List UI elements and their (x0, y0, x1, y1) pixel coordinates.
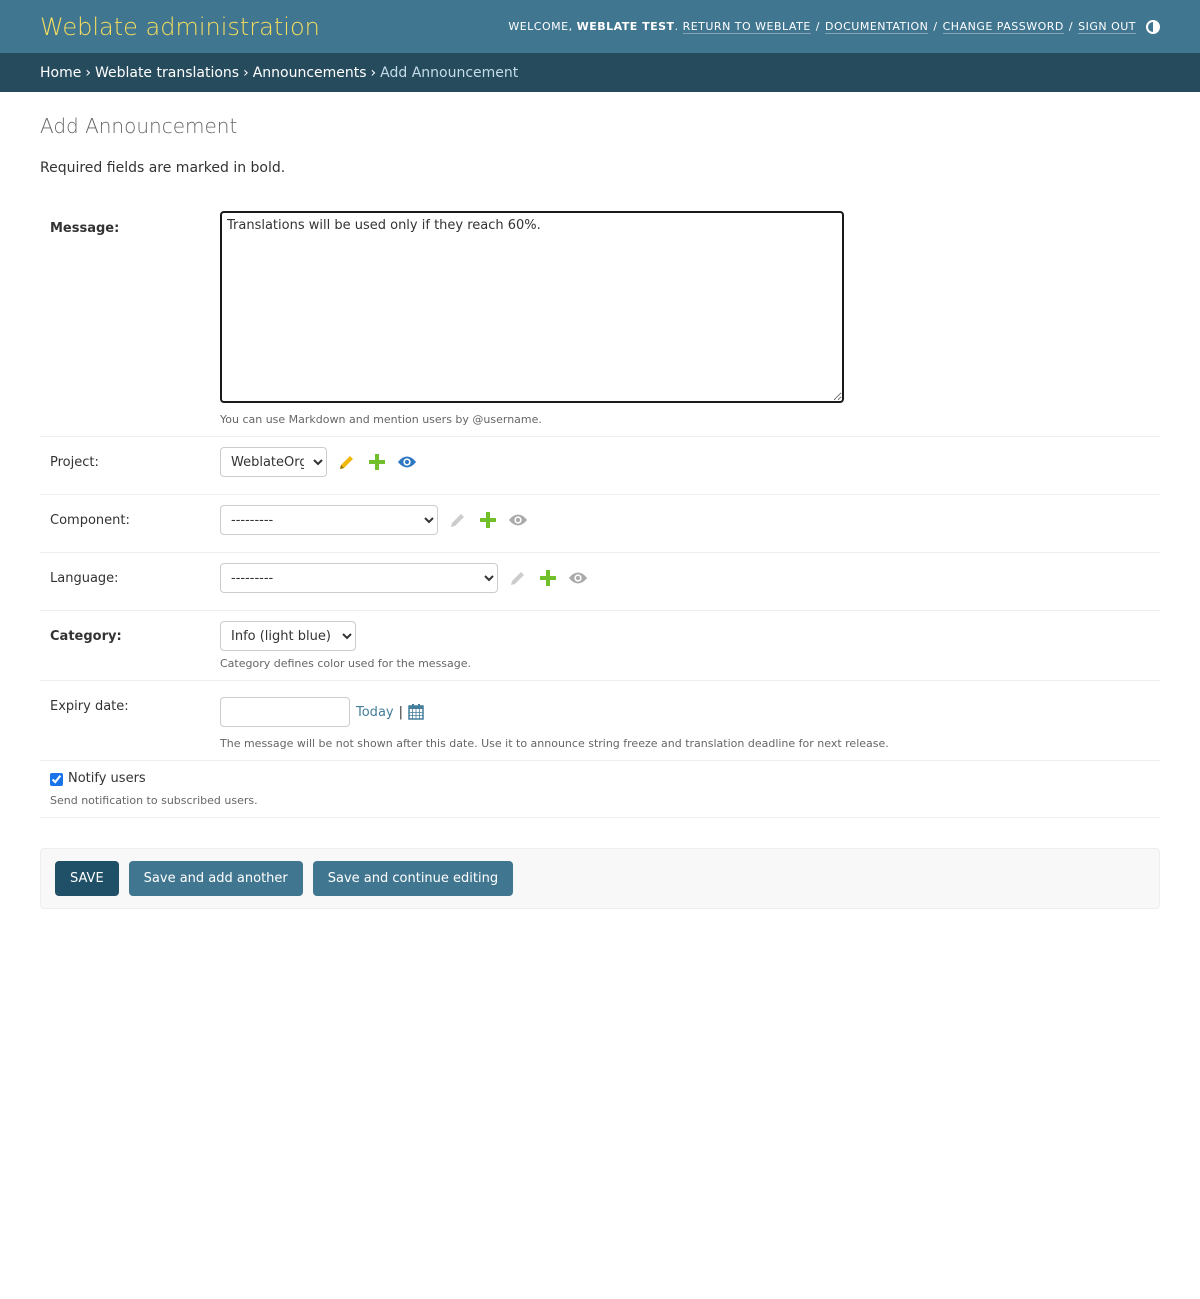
category-row: Category: Info (light blue) Category def… (40, 611, 1160, 681)
expiry-row: Expiry date: Today | The message will be… (40, 681, 1160, 761)
edit-pencil-icon (508, 568, 528, 588)
expiry-date-input[interactable] (220, 697, 350, 727)
username: WEBLATE TEST (576, 20, 675, 33)
project-row: Project: WeblateOrg (40, 437, 1160, 495)
view-eye-icon[interactable] (397, 452, 417, 472)
message-label: Message: (50, 221, 120, 236)
component-label: Component: (50, 513, 130, 528)
change-password-link[interactable]: CHANGE PASSWORD (942, 20, 1064, 34)
message-textarea[interactable]: Translations will be used only if they r… (220, 211, 844, 403)
add-plus-icon[interactable] (367, 452, 387, 472)
add-plus-icon[interactable] (538, 568, 558, 588)
theme-toggle-icon[interactable] (1146, 19, 1160, 34)
breadcrumb-separator: › (243, 64, 249, 81)
site-branding: Weblate administration (40, 12, 320, 41)
today-link[interactable]: Today (356, 705, 394, 720)
admin-header: Weblate administration WELCOME, WEBLATE … (0, 0, 1200, 53)
component-row: Component: --------- (40, 495, 1160, 553)
message-help: You can use Markdown and mention users b… (220, 413, 542, 426)
page-title: Add Announcement (40, 114, 238, 138)
required-note: Required fields are marked in bold. (40, 160, 286, 176)
save-and-continue-button[interactable]: Save and continue editing (312, 861, 514, 896)
notify-users-label[interactable]: Notify users (68, 771, 146, 786)
breadcrumb-separator: › (370, 64, 377, 81)
breadcrumb-separator: › (85, 64, 91, 81)
submit-row: Save Save and add another Save and conti… (40, 848, 1160, 909)
notify-row: Notify users Send notification to subscr… (40, 761, 1160, 818)
breadcrumb-current: Add Announcement (380, 64, 519, 81)
return-to-weblate-link[interactable]: RETURN TO WEBLATE (682, 20, 811, 34)
language-select[interactable]: --------- (220, 563, 498, 593)
edit-pencil-icon[interactable] (337, 452, 357, 472)
language-row: Language: --------- (40, 553, 1160, 611)
category-select[interactable]: Info (light blue) (220, 621, 356, 651)
language-label: Language: (50, 571, 119, 586)
date-separator: | (398, 704, 403, 720)
expiry-help: The message will be not shown after this… (220, 737, 889, 750)
breadcrumb-model[interactable]: Announcements (253, 65, 367, 81)
expiry-label: Expiry date: (50, 699, 129, 714)
save-and-add-another-button[interactable]: Save and add another (128, 861, 303, 896)
sign-out-link[interactable]: SIGN OUT (1078, 20, 1136, 34)
project-select[interactable]: WeblateOrg (220, 447, 327, 477)
project-label: Project: (50, 455, 99, 470)
calendar-icon[interactable] (408, 704, 424, 720)
user-tools: WELCOME, WEBLATE TEST. RETURN TO WEBLATE… (508, 19, 1160, 34)
notify-help: Send notification to subscribed users. (50, 794, 258, 807)
breadcrumb-app[interactable]: Weblate translations (95, 65, 239, 81)
view-eye-icon (508, 510, 528, 530)
save-button[interactable]: Save (55, 861, 119, 896)
breadcrumb-home[interactable]: Home (40, 65, 81, 81)
notify-users-checkbox[interactable] (50, 773, 63, 786)
edit-pencil-icon (448, 510, 468, 530)
view-eye-icon (568, 568, 588, 588)
component-select[interactable]: --------- (220, 505, 438, 535)
breadcrumb: Home › Weblate translations › Announceme… (0, 53, 1200, 92)
main-content: Add Announcement Required fields are mar… (0, 92, 1200, 909)
welcome-text: WELCOME, (508, 20, 573, 33)
add-plus-icon[interactable] (478, 510, 498, 530)
documentation-link[interactable]: DOCUMENTATION (824, 20, 929, 34)
category-label: Category: (50, 629, 122, 644)
category-help: Category defines color used for the mess… (220, 657, 472, 670)
message-row: Message: Translations will be used only … (40, 198, 1160, 437)
